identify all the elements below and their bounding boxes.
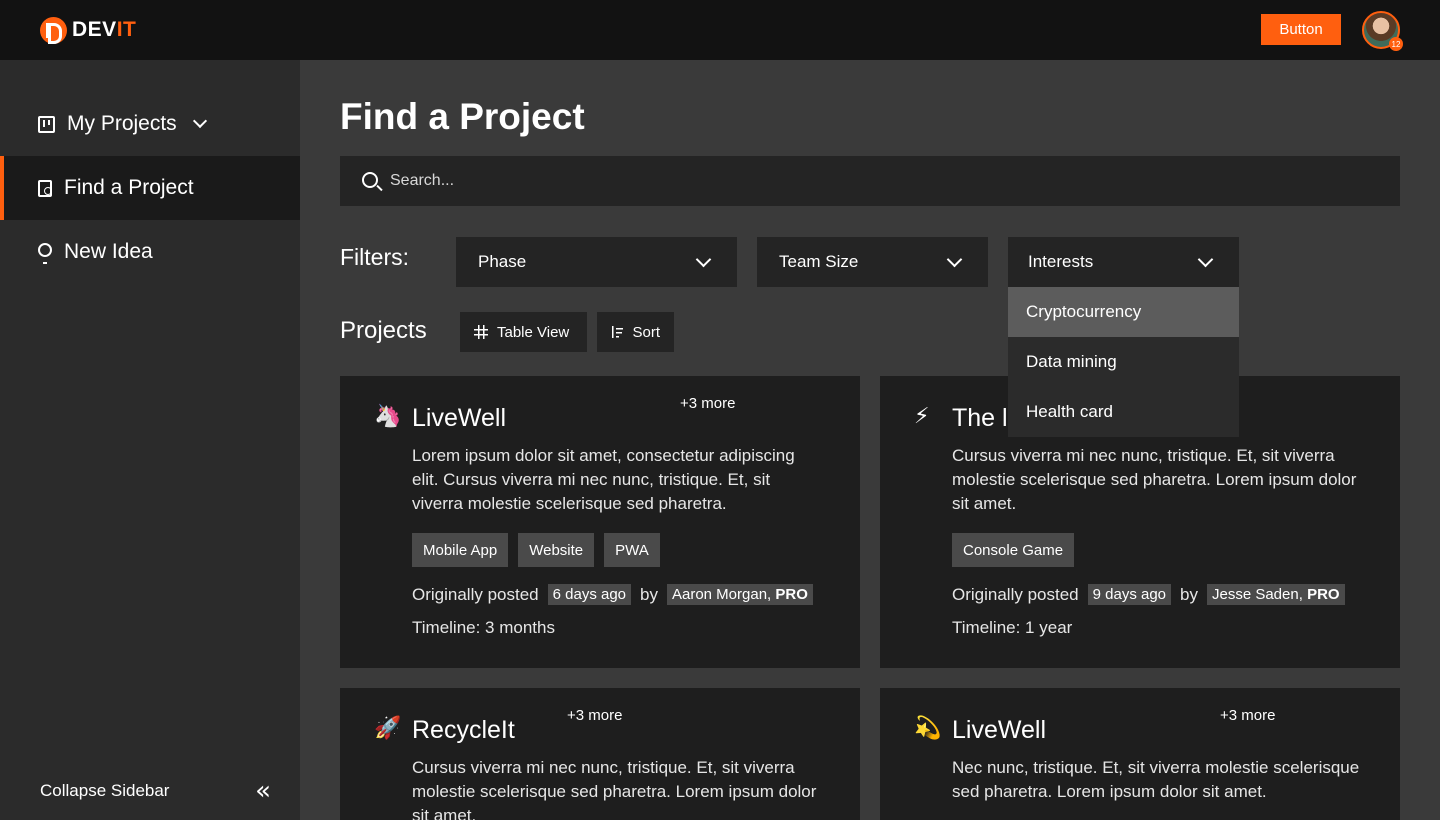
interests-select[interactable]: Interests [1008,237,1239,287]
rocket-icon: 🚀 [374,716,402,741]
project-timeline: Timeline: 1 year [952,618,1073,637]
dropdown-option-cryptocurrency[interactable]: Cryptocurrency [1008,287,1239,337]
logo-icon [40,16,67,44]
sort-label: Sort [632,323,660,341]
interests-dropdown-menu: Cryptocurrency Data mining Health card [1008,287,1239,437]
double-chevron-left-icon: « [255,776,271,806]
sidebar-item-my-projects[interactable]: My Projects [0,92,300,156]
posted-prefix: Originally posted [412,584,539,604]
project-card[interactable]: 🚀 RecycleIt +3 more Cursus viverra mi ne… [340,688,860,820]
project-title[interactable]: RecycleIt [412,716,515,745]
chevron-down-icon [1197,251,1214,267]
posted-prefix: Originally posted [952,584,1079,604]
tag-list: Mobile App Website PWA [412,533,660,567]
sort-button[interactable]: Sort [597,312,674,352]
project-title[interactable]: The l [952,404,1008,433]
sidebar-item-label: Find a Project [64,176,194,199]
logo-text-main: DEV [72,18,117,41]
lightbulb-icon [38,243,52,264]
chevron-down-icon [192,113,207,129]
project-card[interactable]: 💫 LiveWell +3 more Nec nunc, tristique. … [880,688,1400,820]
collapse-sidebar-button[interactable]: Collapse Sidebar « [40,776,271,806]
table-view-label: Table View [497,323,570,341]
search-icon [362,171,378,188]
sidebar-item-label: New Idea [64,240,153,263]
dropdown-option-health-card[interactable]: Health card [1008,387,1239,437]
dropdown-option-data-mining[interactable]: Data mining [1008,337,1239,387]
project-description: Cursus viverra mi nec nunc, tristique. E… [412,758,817,820]
author-name: Aaron Morgan, [671,586,772,603]
table-view-button[interactable]: Table View [460,312,587,352]
sidebar-item-find-a-project[interactable]: Find a Project [0,156,300,220]
team-size-select-value: Team Size [779,252,859,271]
search-input[interactable] [390,172,1290,190]
team-size-select[interactable]: Team Size [757,237,988,287]
search-bar[interactable] [340,156,1400,206]
filters-label: Filters: [340,244,409,270]
interests-select-value: Interests [1028,252,1094,271]
collapse-sidebar-label: Collapse Sidebar [40,781,170,800]
devit-logo[interactable]: DEVIT [40,16,136,44]
unicorn-icon: 🦄 [374,404,402,429]
project-title[interactable]: LiveWell [412,404,506,433]
author-name: Jesse Saden, [1211,586,1303,603]
document-search-icon [38,179,52,197]
phase-select-value: Phase [478,252,527,271]
project-timeline: Timeline: 3 months [412,618,555,637]
more-tags-link[interactable]: +3 more [567,707,622,724]
author-chip[interactable]: Jesse Saden, PRO [1206,584,1345,605]
tag[interactable]: PWA [604,533,660,567]
project-description: Nec nunc, tristique. Et, sit viverra mol… [952,758,1360,801]
tag-list: Console Game [952,533,1075,567]
tag[interactable]: Console Game [952,533,1075,567]
pro-badge: PRO [775,586,808,603]
page-title: Find a Project [340,96,585,137]
posted-date: 6 days ago [547,584,632,605]
top-bar: DEVIT Button 12 [0,0,1440,60]
sidebar-item-new-idea[interactable]: New Idea [0,220,300,284]
lightning-icon: ⚡ [914,404,930,429]
sidebar: My Projects Find a Project New Idea Coll… [0,60,300,820]
phase-select[interactable]: Phase [456,237,737,287]
notification-badge: 12 [1389,37,1403,51]
grid-icon [474,325,488,339]
sort-icon [611,326,624,338]
more-tags-link[interactable]: +3 more [1220,707,1275,724]
author-chip[interactable]: Aaron Morgan, PRO [666,584,813,605]
tag[interactable]: Mobile App [412,533,509,567]
header-button[interactable]: Button [1261,14,1341,45]
project-description: Cursus viverra mi nec nunc, tristique. E… [952,446,1357,513]
chevron-down-icon [695,251,712,267]
by-label: by [640,584,658,604]
by-label: by [1180,584,1198,604]
dizzy-star-icon: 💫 [914,716,942,741]
pro-badge: PRO [1307,586,1340,603]
projects-heading: Projects [340,317,427,344]
project-card[interactable]: 🦄 LiveWell +3 more Lorem ipsum dolor sit… [340,376,860,668]
chevron-down-icon [946,251,963,267]
more-tags-link[interactable]: +3 more [680,395,735,412]
project-description: Lorem ipsum dolor sit amet, consectetur … [412,446,795,513]
tag[interactable]: Website [518,533,595,567]
posted-info: Originally posted 9 days ago by Jesse Sa… [952,584,1345,605]
project-title[interactable]: LiveWell [952,716,1046,745]
logo-text-accent: IT [116,18,137,41]
posted-info: Originally posted 6 days ago by Aaron Mo… [412,584,813,605]
board-icon [38,115,55,133]
sidebar-item-label: My Projects [67,112,177,135]
posted-date: 9 days ago [1087,584,1172,605]
